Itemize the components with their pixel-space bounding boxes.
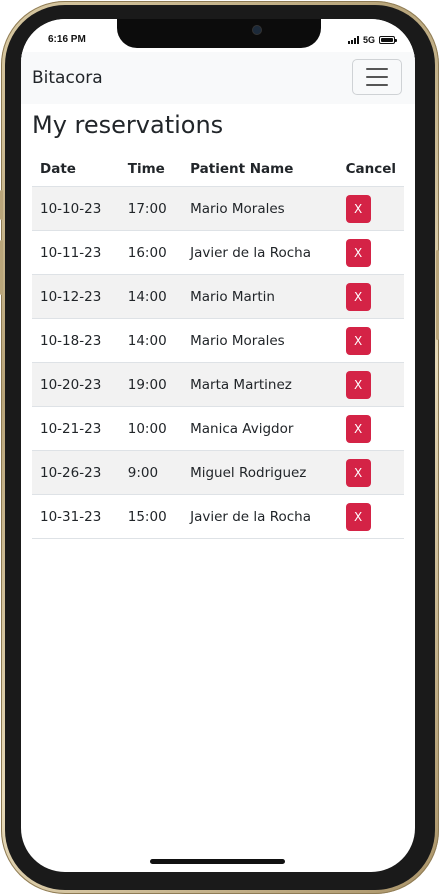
patient-name: Manica Avigdor	[182, 406, 338, 451]
cancel-reservation-button[interactable]: X	[345, 238, 371, 267]
table-row: 10-21-23 10:00 Manica Avigdor X	[32, 406, 404, 451]
home-indicator	[150, 859, 285, 864]
cancel-cell: X	[337, 362, 404, 407]
reservation-date: 10-10-23	[32, 186, 120, 231]
column-header-cancel: Cancel	[337, 151, 404, 187]
reservation-time: 10:00	[119, 406, 183, 451]
reservation-time: 14:00	[119, 274, 183, 319]
page-title: My reservations	[32, 111, 224, 139]
reservation-date: 10-20-23	[32, 362, 120, 407]
hamburger-icon	[366, 68, 388, 70]
table-row: 10-11-23 16:00 Javier de la Rocha X	[32, 230, 404, 275]
column-header-time: Time	[119, 151, 183, 187]
reservation-time: 17:00	[119, 186, 183, 231]
column-header-patient: Patient Name	[182, 151, 338, 187]
table-row: 10-31-23 15:00 Javier de la Rocha X	[32, 494, 404, 539]
menu-toggle-button[interactable]	[352, 59, 402, 95]
battery-icon	[379, 36, 397, 44]
table-row: 10-18-23 14:00 Mario Morales X	[32, 318, 404, 363]
cancel-reservation-button[interactable]: X	[345, 370, 371, 399]
camera-icon	[253, 26, 261, 34]
patient-name: Miguel Rodriguez	[182, 450, 338, 495]
reservation-date: 10-18-23	[32, 318, 120, 363]
reservation-time: 15:00	[119, 494, 183, 539]
network-label: 5G	[362, 35, 375, 45]
cancel-cell: X	[337, 318, 404, 363]
reservations-table: Date Time Patient Name Cancel 10-10-23 1…	[32, 151, 404, 539]
reservation-time: 19:00	[119, 362, 183, 407]
volume-button	[0, 240, 3, 295]
patient-name: Mario Morales	[182, 318, 338, 363]
status-indicators: 5G	[347, 35, 397, 45]
reservation-date: 10-31-23	[32, 494, 120, 539]
phone-screen: 6:16 PM 5G Bitacora My reservations Date…	[21, 19, 415, 872]
navbar: Bitacora	[21, 52, 415, 104]
table-row: 10-26-23 9:00 Miguel Rodriguez X	[32, 450, 404, 495]
cancel-reservation-button[interactable]: X	[345, 502, 371, 531]
cancel-reservation-button[interactable]: X	[345, 326, 371, 355]
cancel-reservation-button[interactable]: X	[345, 194, 371, 223]
patient-name: Javier de la Rocha	[182, 494, 338, 539]
table-header-row: Date Time Patient Name Cancel	[32, 151, 404, 187]
patient-name: Marta Martinez	[182, 362, 338, 407]
reservation-date: 10-21-23	[32, 406, 120, 451]
reservation-time: 9:00	[119, 450, 183, 495]
cancel-reservation-button[interactable]: X	[345, 282, 371, 311]
status-time: 6:16 PM	[48, 34, 86, 45]
patient-name: Mario Morales	[182, 186, 338, 231]
cancel-reservation-button[interactable]: X	[345, 458, 371, 487]
cancel-cell: X	[337, 494, 404, 539]
table-row: 10-12-23 14:00 Mario Martin X	[32, 274, 404, 319]
cancel-cell: X	[337, 186, 404, 231]
cancel-cell: X	[337, 230, 404, 275]
reservation-date: 10-11-23	[32, 230, 120, 275]
reservation-time: 16:00	[119, 230, 183, 275]
cancel-cell: X	[337, 274, 404, 319]
reservation-date: 10-26-23	[32, 450, 120, 495]
signal-icon	[347, 36, 359, 44]
cancel-reservation-button[interactable]: X	[345, 414, 371, 443]
volume-button	[0, 190, 3, 220]
notch	[117, 19, 321, 48]
navbar-brand[interactable]: Bitacora	[32, 68, 103, 88]
reservation-date: 10-12-23	[32, 274, 120, 319]
cancel-cell: X	[337, 450, 404, 495]
patient-name: Mario Martin	[182, 274, 338, 319]
table-row: 10-10-23 17:00 Mario Morales X	[32, 186, 404, 231]
column-header-date: Date	[32, 151, 120, 187]
table-row: 10-20-23 19:00 Marta Martinez X	[32, 362, 404, 407]
cancel-cell: X	[337, 406, 404, 451]
patient-name: Javier de la Rocha	[182, 230, 338, 275]
side-button	[436, 250, 439, 340]
reservation-time: 14:00	[119, 318, 183, 363]
